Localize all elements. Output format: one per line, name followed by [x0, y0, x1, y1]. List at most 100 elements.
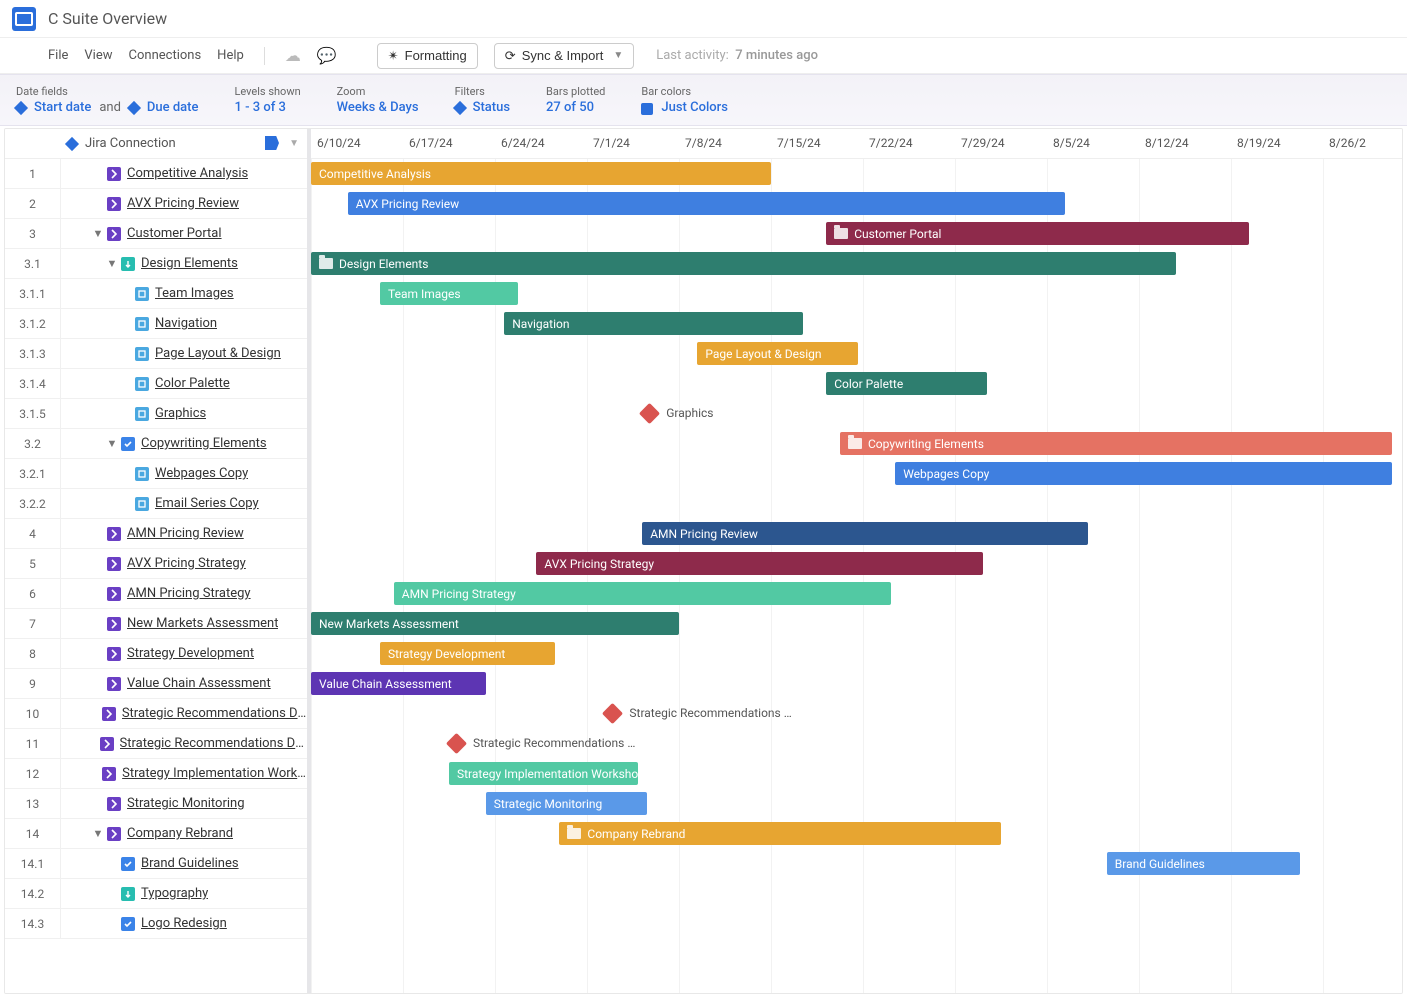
gantt-bar[interactable]: Team Images: [380, 282, 518, 305]
task-label[interactable]: Competitive Analysis: [127, 166, 248, 181]
menu-connections[interactable]: Connections: [129, 48, 202, 63]
menu-file[interactable]: File: [48, 48, 68, 63]
gantt-bar[interactable]: Navigation: [504, 312, 803, 335]
task-label[interactable]: Logo Redesign: [141, 916, 227, 931]
task-row[interactable]: 3.1.5Graphics: [5, 399, 307, 429]
menu-view[interactable]: View: [84, 48, 112, 63]
menu-help[interactable]: Help: [217, 48, 244, 63]
setting-filters-value[interactable]: Status: [455, 100, 510, 115]
gantt-bar[interactable]: Company Rebrand: [559, 822, 1001, 845]
task-row[interactable]: 3.2.1Webpages Copy: [5, 459, 307, 489]
task-label[interactable]: Navigation: [155, 316, 217, 331]
task-row[interactable]: 3.2.2Email Series Copy: [5, 489, 307, 519]
milestone-icon[interactable]: [446, 733, 467, 754]
gantt-row: New Markets Assessment: [311, 609, 1402, 639]
gantt-bar[interactable]: AVX Pricing Strategy: [536, 552, 982, 575]
task-label[interactable]: Strategy Implementation Workshops: [122, 766, 307, 781]
gantt-bar[interactable]: Copywriting Elements: [840, 432, 1392, 455]
cloud-icon[interactable]: ☁: [285, 46, 301, 65]
gantt-bar[interactable]: Competitive Analysis: [311, 162, 771, 185]
sync-import-button[interactable]: ⟳ Sync & Import ▼: [494, 43, 634, 69]
task-row[interactable]: 14.1Brand Guidelines: [5, 849, 307, 879]
task-row[interactable]: 3▼Customer Portal: [5, 219, 307, 249]
gantt-bar[interactable]: AMN Pricing Review: [642, 522, 1088, 545]
task-row[interactable]: 3.1.4Color Palette: [5, 369, 307, 399]
task-label[interactable]: Company Rebrand: [127, 826, 233, 841]
setting-colors-value[interactable]: Just Colors: [641, 100, 728, 115]
task-label[interactable]: Team Images: [155, 286, 234, 301]
task-row[interactable]: 3.2▼Copywriting Elements: [5, 429, 307, 459]
gantt-bar[interactable]: Design Elements: [311, 252, 1176, 275]
task-row[interactable]: 4AMN Pricing Review: [5, 519, 307, 549]
task-row[interactable]: 3.1.3Page Layout & Design: [5, 339, 307, 369]
gantt-row: Color Palette: [311, 369, 1402, 399]
task-label[interactable]: Brand Guidelines: [141, 856, 239, 871]
task-row[interactable]: 6AMN Pricing Strategy: [5, 579, 307, 609]
task-row[interactable]: 9Value Chain Assessment: [5, 669, 307, 699]
task-label[interactable]: Color Palette: [155, 376, 230, 391]
task-label[interactable]: Customer Portal: [127, 226, 222, 241]
expand-toggle[interactable]: ▼: [89, 227, 107, 240]
expand-toggle[interactable]: ▼: [103, 257, 121, 270]
task-row[interactable]: 1Competitive Analysis: [5, 159, 307, 189]
task-label[interactable]: New Markets Assessment: [127, 616, 278, 631]
setting-datefields-value[interactable]: Start date and Due date: [16, 100, 198, 115]
task-row[interactable]: 2AVX Pricing Review: [5, 189, 307, 219]
task-row[interactable]: 3.1.2Navigation: [5, 309, 307, 339]
task-label[interactable]: AMN Pricing Strategy: [127, 586, 251, 601]
setting-levels-value[interactable]: 1 - 3 of 3: [234, 100, 300, 115]
task-list-header[interactable]: Jira Connection ▼: [5, 129, 307, 159]
gantt-bar[interactable]: Customer Portal: [826, 222, 1249, 245]
expand-toggle[interactable]: ▼: [103, 437, 121, 450]
task-label[interactable]: Webpages Copy: [155, 466, 248, 481]
task-row[interactable]: 8Strategy Development: [5, 639, 307, 669]
task-row[interactable]: 13Strategic Monitoring: [5, 789, 307, 819]
task-label[interactable]: AVX Pricing Strategy: [127, 556, 246, 571]
setting-bars-value[interactable]: 27 of 50: [546, 100, 605, 115]
caret-down-icon[interactable]: ▼: [289, 138, 299, 149]
milestone-icon[interactable]: [602, 703, 623, 724]
task-row[interactable]: 5AVX Pricing Strategy: [5, 549, 307, 579]
task-row[interactable]: 12Strategy Implementation Workshops: [5, 759, 307, 789]
task-label[interactable]: Typography: [141, 886, 208, 901]
gantt-bar[interactable]: Brand Guidelines: [1107, 852, 1300, 875]
gantt-bar[interactable]: New Markets Assessment: [311, 612, 679, 635]
gantt-bar[interactable]: Strategy Implementation Workshops: [449, 762, 638, 785]
task-row[interactable]: 14.2Typography: [5, 879, 307, 909]
formatting-button[interactable]: ✴ Formatting: [377, 43, 478, 69]
expand-toggle[interactable]: ▼: [89, 827, 107, 840]
gantt-bar[interactable]: Color Palette: [826, 372, 987, 395]
milestone-icon[interactable]: [639, 403, 660, 424]
gantt-bar[interactable]: Strategic Monitoring: [486, 792, 647, 815]
chat-icon[interactable]: 💬: [317, 46, 337, 65]
task-label[interactable]: Copywriting Elements: [141, 436, 267, 451]
gantt-bar[interactable]: Value Chain Assessment: [311, 672, 486, 695]
task-label[interactable]: AVX Pricing Review: [127, 196, 239, 211]
task-label[interactable]: Page Layout & Design: [155, 346, 281, 361]
task-row[interactable]: 3.1.1Team Images: [5, 279, 307, 309]
gantt-bar[interactable]: AMN Pricing Strategy: [394, 582, 891, 605]
sync-icon: ⟳: [505, 48, 516, 64]
task-row[interactable]: 7New Markets Assessment: [5, 609, 307, 639]
task-row[interactable]: 10Strategic Recommendations Delivery: [5, 699, 307, 729]
task-label[interactable]: Design Elements: [141, 256, 238, 271]
tag-icon[interactable]: [265, 136, 279, 150]
task-row[interactable]: 3.1▼Design Elements: [5, 249, 307, 279]
task-label[interactable]: Strategy Development: [127, 646, 254, 661]
task-label[interactable]: Value Chain Assessment: [127, 676, 271, 691]
task-label[interactable]: Strategic Recommendations Delivery: [122, 706, 307, 721]
gantt-pane[interactable]: 6/10/246/17/246/24/247/1/247/8/247/15/24…: [311, 129, 1402, 993]
gantt-bar[interactable]: AVX Pricing Review: [348, 192, 1066, 215]
task-row[interactable]: 14▼Company Rebrand: [5, 819, 307, 849]
task-row[interactable]: 14.3Logo Redesign: [5, 909, 307, 939]
gantt-bar[interactable]: Page Layout & Design: [697, 342, 858, 365]
gantt-bar[interactable]: Strategy Development: [380, 642, 555, 665]
task-label[interactable]: Strategic Recommendations Discussion: [120, 736, 308, 751]
task-label[interactable]: Graphics: [155, 406, 206, 421]
task-label[interactable]: Email Series Copy: [155, 496, 259, 511]
task-row[interactable]: 11Strategic Recommendations Discussion: [5, 729, 307, 759]
task-label[interactable]: Strategic Monitoring: [127, 796, 245, 811]
setting-zoom-value[interactable]: Weeks & Days: [337, 100, 419, 115]
gantt-bar[interactable]: Webpages Copy: [895, 462, 1392, 485]
task-label[interactable]: AMN Pricing Review: [127, 526, 244, 541]
